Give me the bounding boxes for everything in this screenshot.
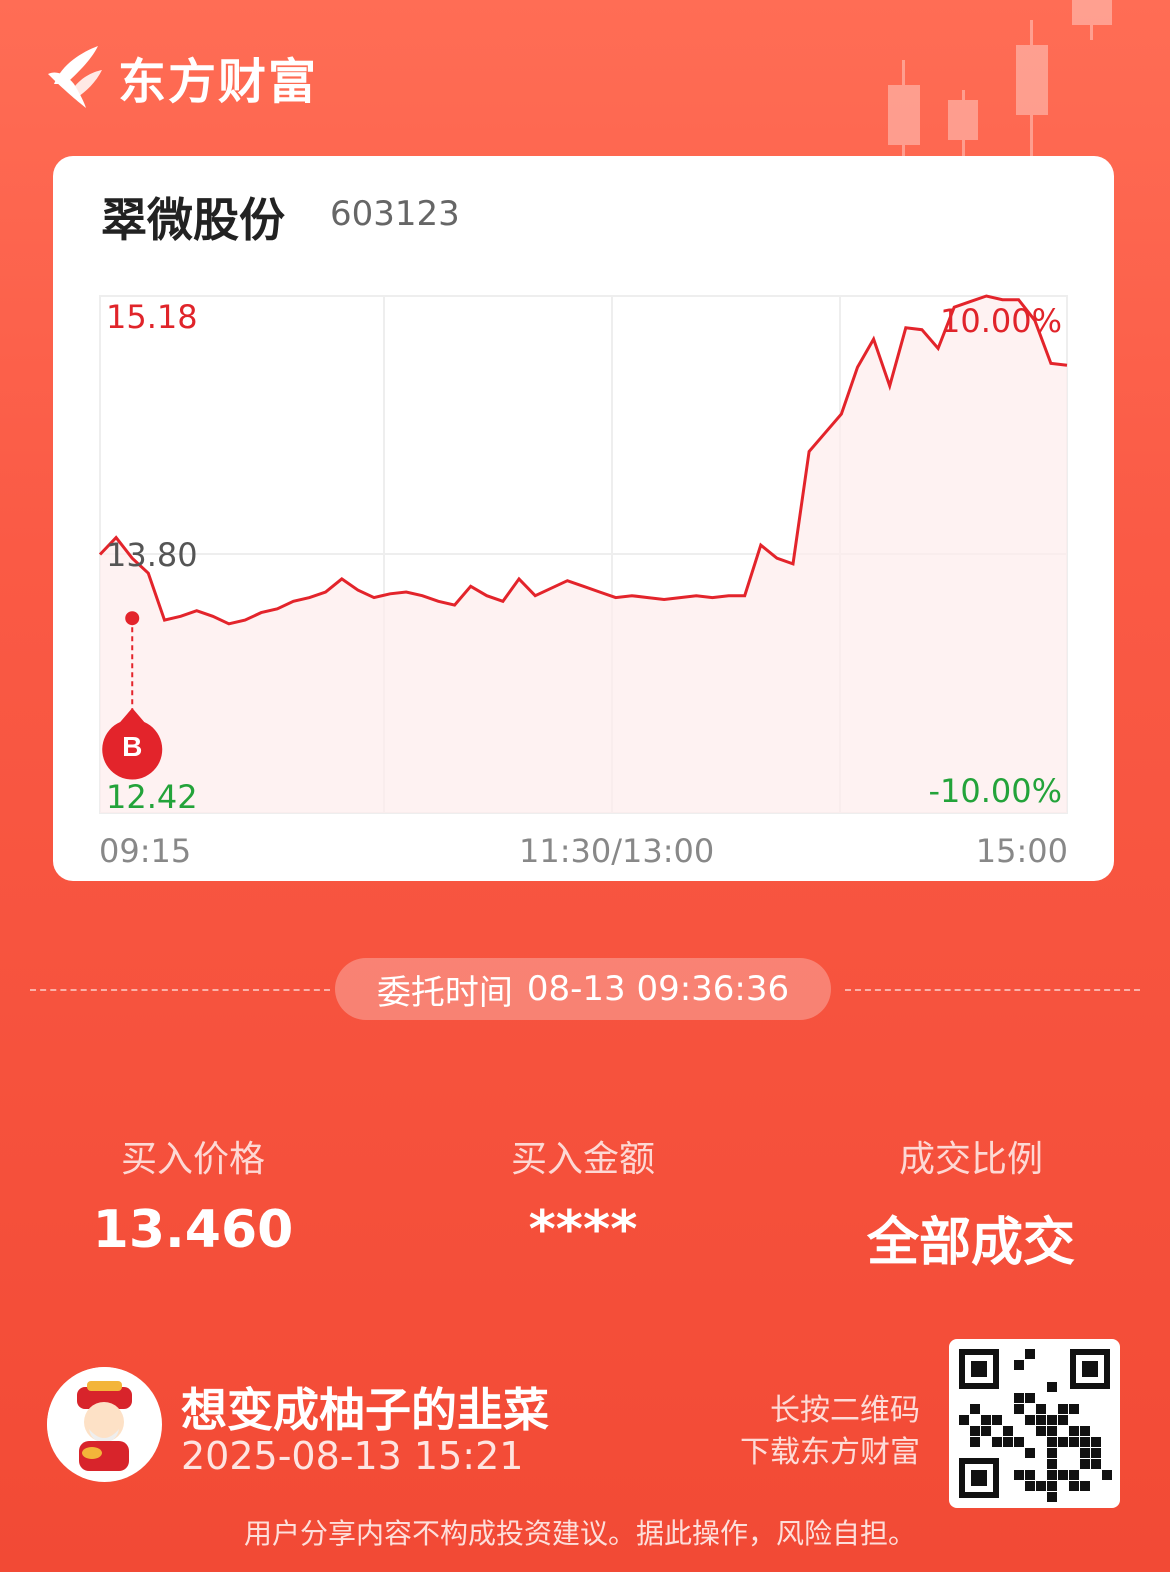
- qr-module: [959, 1415, 969, 1425]
- qr-module: [1080, 1448, 1090, 1458]
- qr-module: [1058, 1404, 1068, 1414]
- qr-module: [1047, 1481, 1057, 1491]
- disclaimer: 用户分享内容不构成投资建议。据此操作，风险自担。: [243, 1517, 916, 1550]
- x-tick-midday: 11:30/13:00: [519, 832, 715, 870]
- qr-module: [981, 1426, 991, 1436]
- stock-card: 翠微股份 603123 B 15.18 13.80 12.42 10.00% -…: [53, 156, 1114, 881]
- x-tick-close: 15:00: [975, 832, 1068, 870]
- stat-label: 成交比例: [898, 1139, 1043, 1180]
- buy-badge-label: B: [122, 731, 142, 762]
- qr-module: [1091, 1459, 1101, 1469]
- qr-module: [1014, 1360, 1024, 1370]
- brand-name: 东方财富: [118, 54, 319, 110]
- order-time-pill: 委托时间 08-13 09:36:36: [335, 958, 831, 1020]
- qr-module: [1003, 1437, 1013, 1447]
- qr-module: [1025, 1393, 1035, 1403]
- qr-module: [1047, 1415, 1057, 1425]
- qr-module: [1047, 1492, 1057, 1502]
- qr-module: [1036, 1415, 1046, 1425]
- share-time: 2025-08-13 15:21: [181, 1434, 524, 1478]
- qr-module: [1080, 1481, 1090, 1491]
- qr-module: [1025, 1349, 1035, 1359]
- qr-module: [1014, 1404, 1024, 1414]
- qr-module: [970, 1404, 980, 1414]
- qr-module: [1069, 1437, 1079, 1447]
- qr-module: [1025, 1415, 1035, 1425]
- price-base-label: 13.80: [106, 536, 198, 574]
- qr-module: [1025, 1481, 1035, 1491]
- order-time-label: 委托时间: [376, 972, 513, 1013]
- qr-module: [970, 1426, 980, 1436]
- download-qr-code[interactable]: [949, 1339, 1120, 1508]
- qr-module: [1080, 1459, 1090, 1469]
- user-name: 想变成柚子的韭菜: [181, 1383, 549, 1437]
- qr-code-icon: [959, 1349, 1112, 1502]
- stat-value: ****: [528, 1200, 638, 1260]
- qr-module: [1069, 1404, 1079, 1414]
- qr-module: [1080, 1426, 1090, 1436]
- qr-module: [970, 1437, 980, 1447]
- qr-module: [1069, 1426, 1079, 1436]
- qr-module: [1047, 1459, 1057, 1469]
- stat-value: 全部成交: [866, 1213, 1075, 1273]
- qr-module: [1069, 1470, 1079, 1480]
- stat-label: 买入金额: [510, 1139, 655, 1180]
- qr-module: [992, 1415, 1002, 1425]
- qr-module: [1036, 1404, 1046, 1414]
- pct-low-label: -10.00%: [928, 772, 1062, 810]
- brand-logo: 东方财富: [46, 44, 318, 110]
- order-time-value: 08-13 09:36:36: [526, 969, 790, 1009]
- qr-module: [981, 1415, 991, 1425]
- qr-module: [1080, 1437, 1090, 1447]
- stat-value: 13.460: [92, 1200, 294, 1260]
- qr-module: [1058, 1437, 1068, 1447]
- caishen-avatar-icon: [47, 1367, 161, 1481]
- qr-module: [1025, 1470, 1035, 1480]
- qr-module: [1058, 1470, 1068, 1480]
- divider-right: [845, 989, 1140, 991]
- qr-module: [1091, 1437, 1101, 1447]
- pct-high-label: 10.00%: [939, 302, 1062, 340]
- qr-module: [1014, 1437, 1024, 1447]
- qr-module: [1003, 1426, 1013, 1436]
- price-high-label: 15.18: [106, 298, 198, 336]
- divider-left: [30, 989, 330, 991]
- qr-module: [1047, 1437, 1057, 1447]
- qr-module: [1102, 1470, 1112, 1480]
- qr-module: [1047, 1426, 1057, 1436]
- qr-module: [1058, 1415, 1068, 1425]
- qr-module: [1036, 1481, 1046, 1491]
- qr-module: [1047, 1448, 1057, 1458]
- qr-module: [1047, 1382, 1057, 1392]
- stat-fill-ratio: 成交比例 全部成交: [776, 1130, 1166, 1275]
- price-low-label: 12.42: [106, 778, 198, 816]
- qr-module: [1014, 1470, 1024, 1480]
- qr-module: [1036, 1426, 1046, 1436]
- qr-module: [1025, 1448, 1035, 1458]
- qr-module: [1069, 1481, 1079, 1491]
- qr-hint-line2: 下载东方财富: [740, 1435, 920, 1470]
- stat-buy-amount: 买入金额 ****: [388, 1130, 778, 1260]
- stat-buy-price: 买入价格 13.460: [0, 1130, 388, 1260]
- brand-leaf-icon: [48, 46, 102, 108]
- qr-module: [1014, 1393, 1024, 1403]
- x-tick-open: 09:15: [99, 832, 192, 870]
- stat-label: 买入价格: [120, 1139, 265, 1180]
- qr-module: [992, 1437, 1002, 1447]
- qr-hint-line1: 长按二维码: [770, 1393, 920, 1428]
- user-avatar[interactable]: [47, 1367, 162, 1482]
- qr-module: [1047, 1470, 1057, 1480]
- qr-module: [1091, 1448, 1101, 1458]
